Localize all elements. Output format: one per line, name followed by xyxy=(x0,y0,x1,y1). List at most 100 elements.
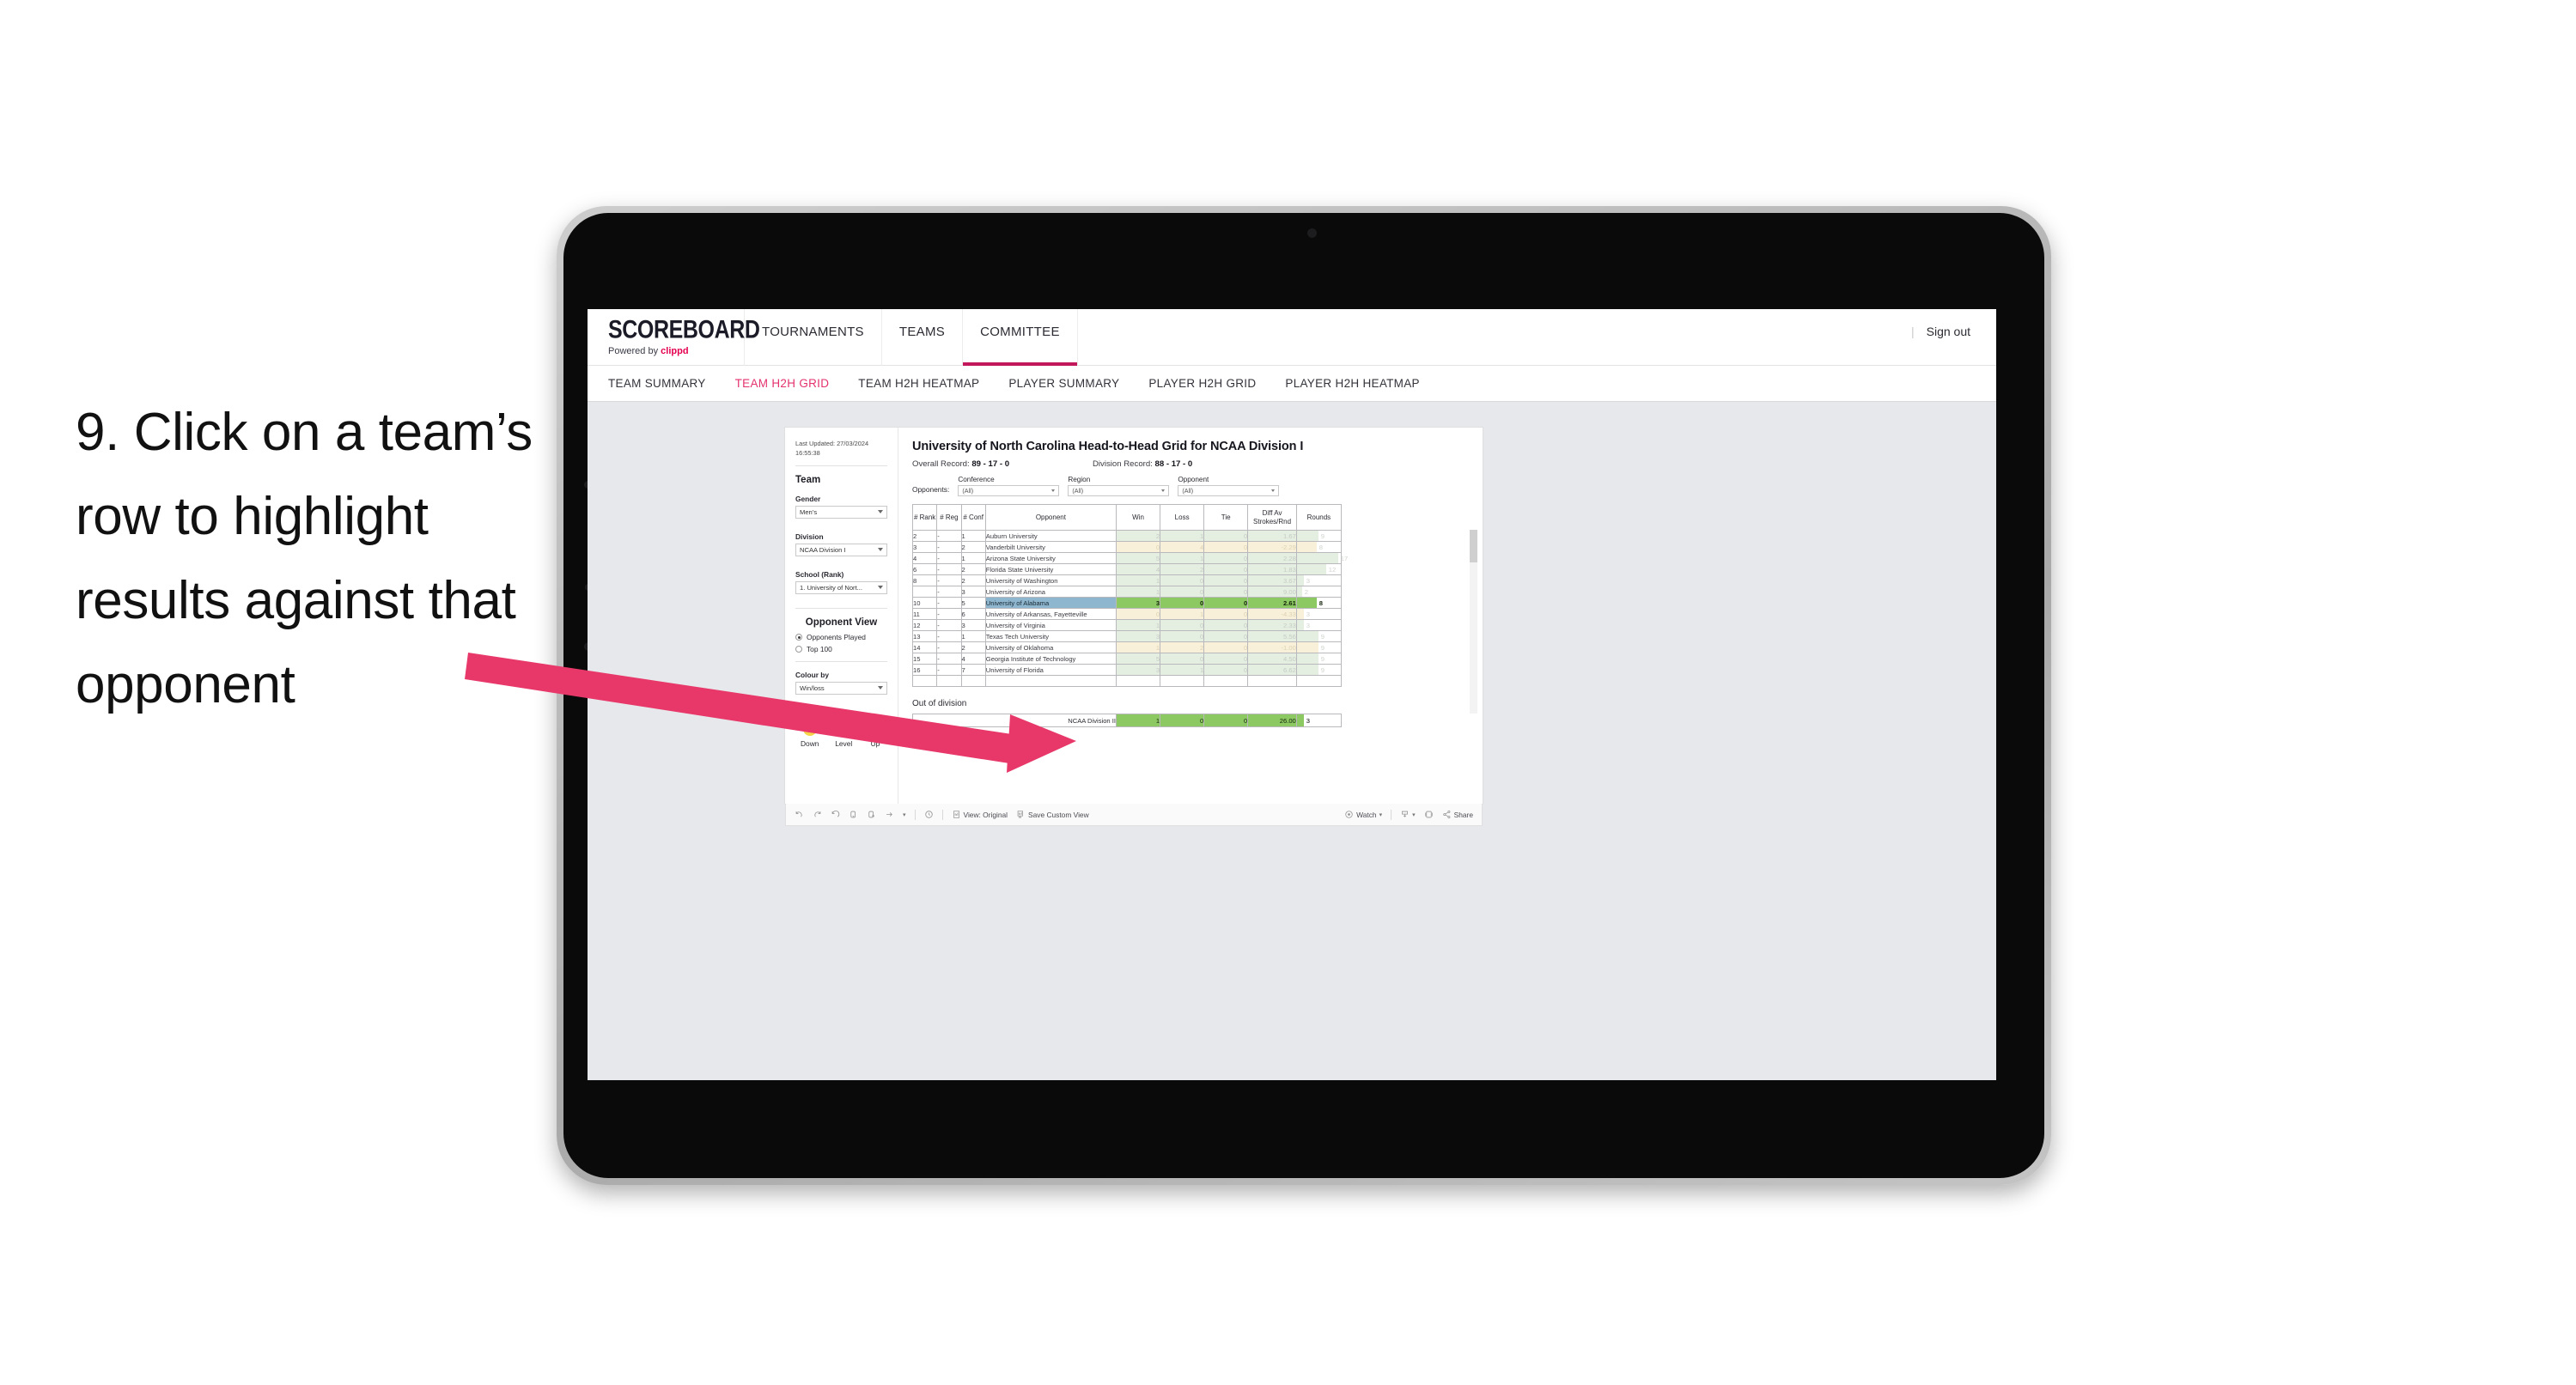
cell-rounds: 17 xyxy=(1295,552,1348,564)
cell-rounds: 9 xyxy=(1295,664,1343,676)
radio-top-100[interactable]: Top 100 xyxy=(795,645,887,653)
instruction-caption: 9. Click on a team’s row to highlight re… xyxy=(76,403,533,714)
filter-region-select[interactable]: (All) xyxy=(1068,485,1170,496)
colour-legend: Down Level Up xyxy=(795,708,887,748)
colour-by-select[interactable]: Win/loss xyxy=(795,682,887,696)
redo-icon[interactable] xyxy=(813,810,822,819)
cell-conf: 2 xyxy=(960,541,986,553)
brand-subtitle: Powered by clippd xyxy=(608,346,734,356)
view-original-button[interactable]: View: Original xyxy=(952,810,1008,819)
table-row[interactable]: 16-7 University of Florida 3 1 0 6.62 9 xyxy=(911,664,1343,676)
h2h-grid-table: # Rank # Reg # Conf Opponent Win Loss Ti… xyxy=(911,504,1348,687)
undo-icon[interactable] xyxy=(795,810,804,819)
cell-tie: 0 xyxy=(1203,541,1249,553)
filter-conference-select[interactable]: (All) xyxy=(958,485,1060,496)
table-row[interactable]: 3-2 Vanderbilt University 0 4 0 -2.29 8 xyxy=(911,541,1343,553)
revert-icon[interactable] xyxy=(831,810,840,819)
save-custom-view-button[interactable]: Save Custom View xyxy=(1016,810,1089,819)
cell-opponent: Florida State University xyxy=(984,563,1117,575)
col-header-loss[interactable]: Loss xyxy=(1160,504,1205,531)
gender-select[interactable]: Men’s xyxy=(795,506,887,519)
table-scrollbar-thumb[interactable] xyxy=(1470,530,1477,562)
cell-rounds: 9 xyxy=(1295,530,1343,542)
col-header-rounds[interactable]: Rounds xyxy=(1295,504,1343,531)
top-navigation-bar: SCOREBOARD Powered by clippd TOURNAMENTS… xyxy=(588,309,1996,366)
gender-label: Gender xyxy=(795,495,821,504)
table-row[interactable]: 6-2 Florida State University 4 2 0 1.83 12 xyxy=(911,563,1343,575)
rounds-value: 3 xyxy=(1306,621,1311,629)
table-row[interactable]: 11-6 University of Arkansas, Fayetteville… xyxy=(911,608,1343,620)
brand-logo[interactable]: SCOREBOARD Powered by clippd xyxy=(588,309,760,365)
chevron-down-icon[interactable]: ▾ xyxy=(903,811,906,818)
toolbar-divider-1 xyxy=(914,809,916,820)
col-header-opponent[interactable]: Opponent xyxy=(984,504,1117,531)
refresh-icon[interactable] xyxy=(849,810,858,819)
cell-opponent: Vanderbilt University xyxy=(984,541,1117,553)
col-header-diff[interactable]: Diff Av Strokes/Rnd xyxy=(1247,504,1297,531)
cell-diff: 4.50 xyxy=(1247,653,1297,665)
nav-tab-teams[interactable]: TEAMS xyxy=(880,309,962,366)
cell-rank: 11 xyxy=(911,608,938,620)
rounds-value: 9 xyxy=(1320,643,1325,652)
clock-icon[interactable] xyxy=(924,810,934,819)
table-row[interactable]: 2-1 Auburn University 2 1 0 1.67 9 xyxy=(911,530,1343,542)
cell-win: 4 xyxy=(1115,563,1161,575)
toolbar-divider-3 xyxy=(1391,809,1392,820)
filter-conference-label: Conference xyxy=(958,476,995,483)
download-button[interactable]: ▾ xyxy=(1400,810,1416,819)
signout-link[interactable]: Sign out xyxy=(1927,325,1970,338)
table-row[interactable]: 12-3 University of Virginia 1 0 0 2.33 3 xyxy=(911,619,1343,631)
filter-region-value: (All) xyxy=(1072,487,1084,495)
division-select[interactable]: NCAA Division I xyxy=(795,544,887,557)
cell-loss: 1 xyxy=(1160,552,1205,564)
ood-win: 1 xyxy=(1115,714,1161,727)
radio-opponents-played[interactable]: Opponents Played xyxy=(795,633,887,641)
fullscreen-icon[interactable] xyxy=(1424,810,1434,819)
pause-icon[interactable] xyxy=(867,810,876,819)
filter-opponent-select[interactable]: (All) xyxy=(1178,485,1280,496)
col-header-tie[interactable]: Tie xyxy=(1203,504,1249,531)
h2h-grid-head: # Rank # Reg # Conf Opponent Win Loss Ti… xyxy=(911,504,1343,531)
opponent-filters: Opponents: Conference (All) Region (All)… xyxy=(912,476,1469,496)
watch-button[interactable]: Watch ▾ xyxy=(1344,810,1382,819)
chevron-down-icon xyxy=(1271,489,1276,492)
table-row[interactable]: 15-4 Georgia Institute of Technology 5 0 0 4.… xyxy=(911,653,1343,665)
undo-arrow-icon[interactable] xyxy=(885,810,894,819)
subnav-tab-player-h2h-grid[interactable]: PLAYER H2H GRID xyxy=(1148,377,1256,390)
table-row[interactable]: 13-1 Texas Tech University 3 0 0 5.56 9 xyxy=(911,630,1343,642)
rounds-bar xyxy=(1296,575,1304,586)
col-header-reg[interactable]: # Reg xyxy=(936,504,962,531)
subnav-tab-player-h2h-heatmap[interactable]: PLAYER H2H HEATMAP xyxy=(1285,377,1419,390)
radio-opponents-played-label: Opponents Played xyxy=(807,633,866,642)
page-title: University of North Carolina Head-to-Hea… xyxy=(912,440,1304,453)
division-value: NCAA Division I xyxy=(800,546,846,555)
cell-conf: 5 xyxy=(960,597,986,609)
cell-reg: - xyxy=(936,597,962,609)
sidebar-divider-2 xyxy=(795,608,887,610)
cell-conf: 1 xyxy=(960,552,986,564)
subnav-tab-team-summary[interactable]: TEAM SUMMARY xyxy=(608,377,706,390)
school-rank-select[interactable]: 1. University of Nort... xyxy=(795,581,887,595)
col-header-rank[interactable]: # Rank xyxy=(911,504,938,531)
col-header-win[interactable]: Win xyxy=(1115,504,1161,531)
col-header-conf[interactable]: # Conf xyxy=(960,504,986,531)
subnav-tab-team-h2h-heatmap[interactable]: TEAM H2H HEATMAP xyxy=(858,377,979,390)
table-row[interactable]: 8-2 University of Washington 1 0 0 3.67 3 xyxy=(911,574,1343,586)
h2h-grid-wrapper: # Rank # Reg # Conf Opponent Win Loss Ti… xyxy=(911,504,1477,714)
cell-opponent: Georgia Institute of Technology xyxy=(984,653,1117,665)
table-row[interactable]: 4-1 Arizona State University 5 1 0 2.28 17 xyxy=(911,552,1348,564)
subnav-tab-team-h2h-grid[interactable]: TEAM H2H GRID xyxy=(735,377,830,390)
table-row[interactable]: NCAA Division II 1 0 0 26.00 3 xyxy=(912,714,1343,727)
share-button[interactable]: Share xyxy=(1442,810,1473,819)
nav-tab-tournaments[interactable]: TOURNAMENTS xyxy=(744,309,881,366)
tablet-screen: SCOREBOARD Powered by clippd TOURNAMENTS… xyxy=(563,213,2044,1178)
ood-rounds-bar xyxy=(1296,714,1304,726)
division-label: Division xyxy=(795,532,824,542)
table-row[interactable]: -3 University of Arizona 1 0 0 9.00 2 xyxy=(911,586,1343,598)
cell-win: 3 xyxy=(1115,597,1161,609)
nav-tab-committee[interactable]: COMMITTEE xyxy=(962,309,1078,366)
table-row[interactable]: 10-5 University of Alabama 3 0 0 2.61 8 xyxy=(911,597,1343,609)
subnav-tab-player-summary[interactable]: PLAYER SUMMARY xyxy=(1008,377,1119,390)
table-row[interactable]: 14-2 University of Oklahoma 1 2 0 -1.00 9 xyxy=(911,641,1343,653)
cell-win: 5 xyxy=(1115,552,1161,564)
